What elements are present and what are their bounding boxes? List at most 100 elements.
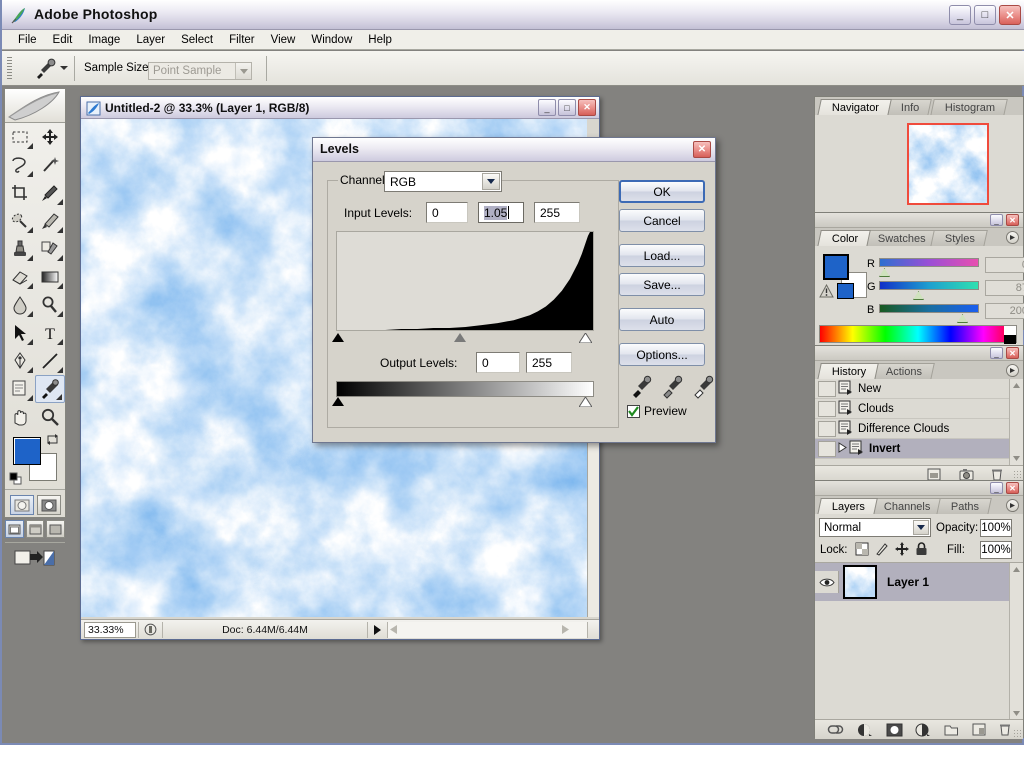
out-of-gamut-warning-icon[interactable] xyxy=(819,284,834,298)
channel-b-slider[interactable] xyxy=(879,304,979,313)
jump-to-imageready-button[interactable] xyxy=(5,545,65,571)
menu-select[interactable]: Select xyxy=(173,32,221,48)
load-button[interactable]: Load... xyxy=(619,244,705,267)
levels-close-button[interactable]: ✕ xyxy=(693,141,711,158)
tab-swatches[interactable]: Swatches xyxy=(863,230,939,246)
tool-more-triangle-icon[interactable] xyxy=(27,143,33,149)
channel-b-value[interactable]: 200 xyxy=(985,303,1024,319)
output-black-point-slider[interactable] xyxy=(332,397,344,406)
tool-preset-chevron-down-icon[interactable] xyxy=(60,66,68,70)
options-button[interactable]: Options... xyxy=(619,343,705,366)
tool-more-triangle-icon[interactable] xyxy=(57,339,63,345)
chevron-down-icon[interactable] xyxy=(235,63,251,79)
tab-info[interactable]: Info xyxy=(886,99,933,115)
tool-more-triangle-icon[interactable] xyxy=(27,311,33,317)
lasso-icon[interactable] xyxy=(5,151,35,179)
slice-icon[interactable] xyxy=(35,179,65,207)
move-icon[interactable] xyxy=(35,123,65,151)
layer-row[interactable]: Layer 1 xyxy=(815,563,1023,601)
palette-menu-icon[interactable] xyxy=(1006,499,1019,512)
set-black-point-eyedropper-icon[interactable] xyxy=(629,375,653,399)
output-white-point-slider[interactable] xyxy=(579,397,592,407)
history-palette-close-button[interactable]: ✕ xyxy=(1006,347,1019,359)
layer-style-icon[interactable] xyxy=(857,723,873,737)
history-source-checkbox[interactable] xyxy=(818,440,836,457)
layers-resize-grip[interactable] xyxy=(1013,729,1021,737)
tool-more-triangle-icon[interactable] xyxy=(57,199,63,205)
sample-size-select[interactable]: Point Sample xyxy=(148,62,252,80)
standard-screen-mode-icon[interactable] xyxy=(5,520,24,538)
maximize-button[interactable]: □ xyxy=(974,5,996,25)
tab-history[interactable]: History xyxy=(817,363,880,379)
eyedropper-icon[interactable] xyxy=(26,56,60,81)
channel-select[interactable]: RGB xyxy=(384,171,502,192)
layers-palette-close-button[interactable]: ✕ xyxy=(1006,482,1019,494)
output-levels-slider[interactable] xyxy=(332,397,594,409)
default-colors-icon[interactable] xyxy=(9,472,22,485)
gamut-replacement-swatch[interactable] xyxy=(837,283,854,299)
blur-icon[interactable] xyxy=(5,291,35,319)
layers-palette-header[interactable]: _ ✕ xyxy=(815,481,1023,496)
history-resize-grip[interactable] xyxy=(1013,470,1021,478)
document-maximize-button[interactable]: □ xyxy=(558,99,576,116)
color-foreground-swatch[interactable] xyxy=(823,254,849,280)
output-black-field[interactable]: 0 xyxy=(476,352,520,373)
layers-list[interactable]: Layer 1 xyxy=(815,562,1023,720)
menu-help[interactable]: Help xyxy=(360,32,400,48)
preview-popup-icon[interactable] xyxy=(138,621,162,638)
options-bar-grip[interactable] xyxy=(7,57,12,79)
document-minimize-button[interactable]: _ xyxy=(538,99,556,116)
history-brush-icon[interactable] xyxy=(35,235,65,263)
layers-scroll-up-icon[interactable] xyxy=(1010,563,1023,576)
menu-image[interactable]: Image xyxy=(80,32,128,48)
color-palette-minimize-button[interactable]: _ xyxy=(990,214,1003,226)
tab-navigator[interactable]: Navigator xyxy=(817,99,892,115)
tab-paths[interactable]: Paths xyxy=(936,498,992,514)
input-black-point-slider[interactable] xyxy=(332,333,344,342)
channel-r-slider[interactable] xyxy=(879,258,979,267)
status-popup-arrow-icon[interactable] xyxy=(367,621,387,638)
resize-grip[interactable] xyxy=(587,621,599,638)
opacity-field[interactable]: 100% xyxy=(980,519,1012,537)
hand-icon[interactable] xyxy=(5,403,35,431)
brush-icon[interactable] xyxy=(35,207,65,235)
pen-icon[interactable] xyxy=(5,347,35,375)
save-button[interactable]: Save... xyxy=(619,273,705,296)
layers-scrollbar[interactable] xyxy=(1009,563,1023,720)
history-state-row[interactable]: Clouds xyxy=(815,399,1023,419)
document-horizontal-scrollbar[interactable] xyxy=(387,621,587,638)
menu-edit[interactable]: Edit xyxy=(45,32,81,48)
gradient-icon[interactable] xyxy=(35,263,65,291)
history-state-row[interactable]: Invert xyxy=(815,439,1023,459)
path-selection-icon[interactable] xyxy=(5,319,35,347)
new-layer-icon[interactable] xyxy=(972,723,986,736)
color-palette-close-button[interactable]: ✕ xyxy=(1006,214,1019,226)
history-state-row[interactable]: New xyxy=(815,379,1023,399)
history-palette-minimize-button[interactable]: _ xyxy=(990,347,1003,359)
foreground-color-swatch[interactable] xyxy=(13,437,41,465)
tool-more-triangle-icon[interactable] xyxy=(27,171,33,177)
color-ramp[interactable] xyxy=(819,325,1017,344)
navigator-preview-area[interactable] xyxy=(815,115,1023,215)
quick-mask-mode-icon[interactable] xyxy=(36,495,61,515)
magic-wand-icon[interactable] xyxy=(35,151,65,179)
layer-mask-icon[interactable] xyxy=(886,723,903,737)
eyedropper-icon[interactable] xyxy=(35,375,65,403)
history-scroll-down-icon[interactable] xyxy=(1010,452,1023,465)
new-group-icon[interactable] xyxy=(944,723,959,736)
ok-button[interactable]: OK xyxy=(619,180,705,203)
blend-mode-select[interactable]: Normal xyxy=(819,518,931,537)
toolbox-header[interactable] xyxy=(5,89,65,123)
set-white-point-eyedropper-icon[interactable] xyxy=(691,375,715,399)
navigator-thumbnail[interactable] xyxy=(907,123,989,205)
standard-mask-mode-icon[interactable] xyxy=(9,495,34,515)
tool-more-triangle-icon[interactable] xyxy=(27,395,33,401)
preview-checkbox-row[interactable]: Preview xyxy=(627,404,687,418)
levels-dialog-title-bar[interactable]: Levels ✕ xyxy=(313,138,715,162)
input-black-field[interactable]: 0 xyxy=(426,202,468,223)
clone-stamp-icon[interactable] xyxy=(5,235,35,263)
tool-more-triangle-icon[interactable] xyxy=(57,367,63,373)
close-button[interactable]: ✕ xyxy=(999,5,1021,25)
tool-more-triangle-icon[interactable] xyxy=(27,227,33,233)
tool-more-triangle-icon[interactable] xyxy=(27,339,33,345)
